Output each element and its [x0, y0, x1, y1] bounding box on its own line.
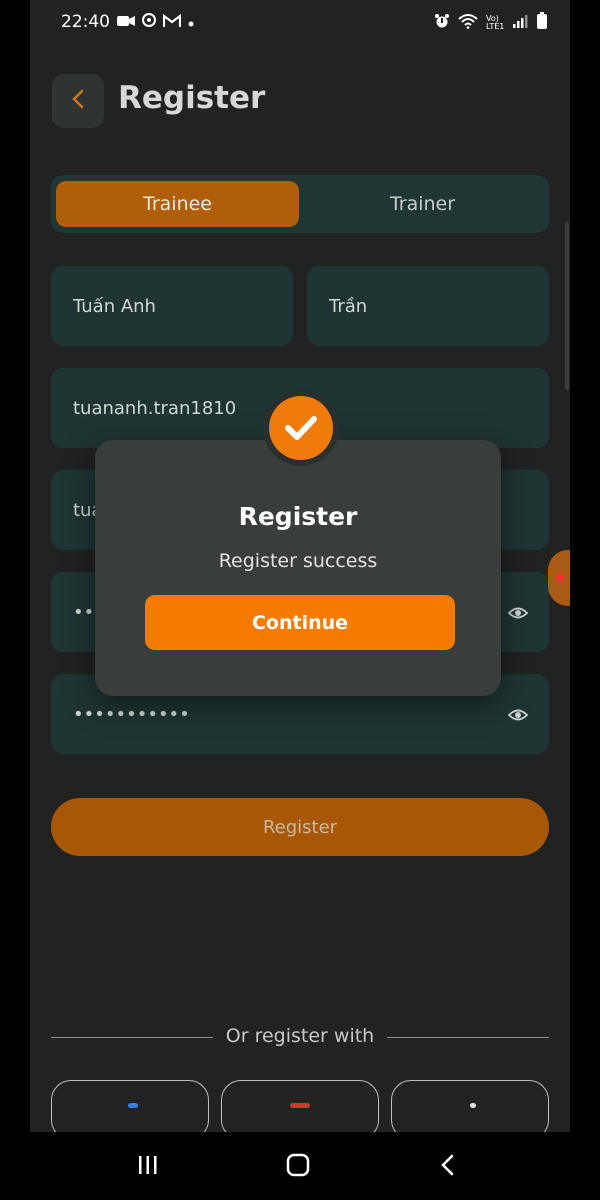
social-login-button-2[interactable] — [221, 1080, 379, 1140]
app-screen: 22:40 Vo) LTE1 Register Trainee Trainer … — [30, 0, 570, 1200]
continue-button[interactable]: Continue — [145, 595, 455, 650]
network-type-label: Vo) LTE1 — [486, 14, 505, 31]
dialog-message: Register success — [218, 550, 378, 572]
eye-icon[interactable] — [507, 704, 529, 726]
divider-text: Or register with — [225, 1025, 375, 1047]
confirm-password-value: ••••••••••• — [73, 703, 190, 725]
gmail-icon — [162, 13, 182, 32]
eye-icon[interactable] — [507, 602, 529, 624]
role-toggle: Trainee Trainer — [51, 175, 549, 233]
video-icon — [117, 13, 135, 32]
first-name-field[interactable]: Tuấn Anh — [51, 266, 293, 346]
social-logo-icon — [290, 1103, 310, 1108]
social-login-button-1[interactable] — [51, 1080, 209, 1140]
record-dot-icon — [556, 574, 564, 582]
status-time: 22:40 — [61, 12, 110, 32]
chevron-left-icon — [71, 88, 85, 114]
social-divider: Or register with — [51, 1022, 549, 1052]
back-button[interactable] — [52, 74, 104, 128]
battery-icon — [536, 12, 548, 34]
header: Register — [50, 74, 550, 130]
wifi-icon — [458, 13, 478, 33]
floating-bubble[interactable] — [548, 550, 570, 606]
check-circle-icon — [269, 396, 333, 460]
tab-trainee[interactable]: Trainee — [56, 181, 299, 227]
scroll-indicator[interactable] — [565, 222, 569, 390]
tab-trainer[interactable]: Trainer — [301, 181, 544, 227]
status-left-icons — [117, 12, 195, 32]
register-button[interactable]: Register — [51, 798, 549, 856]
page-title: Register — [118, 80, 266, 116]
back-nav-icon[interactable] — [440, 1153, 456, 1181]
recent-apps-icon[interactable] — [137, 1154, 159, 1180]
social-login-button-3[interactable] — [391, 1080, 549, 1140]
dialog-icon-ring — [263, 390, 339, 466]
signal-icon — [512, 13, 528, 33]
home-icon[interactable] — [286, 1153, 310, 1181]
last-name-field[interactable]: Trần — [307, 266, 549, 346]
dialog-title: Register — [238, 502, 358, 531]
success-dialog: Register Register success Continue — [95, 440, 501, 696]
alarm-icon — [434, 13, 450, 33]
social-logo-icon — [128, 1103, 138, 1108]
system-nav-bar — [0, 1132, 600, 1200]
sync-icon — [141, 12, 157, 32]
more-notifications-dot-icon — [187, 13, 195, 32]
status-bar: 22:40 Vo) LTE1 — [30, 0, 570, 48]
social-logo-icon — [470, 1103, 476, 1108]
status-right-icons: Vo) LTE1 — [434, 12, 548, 34]
